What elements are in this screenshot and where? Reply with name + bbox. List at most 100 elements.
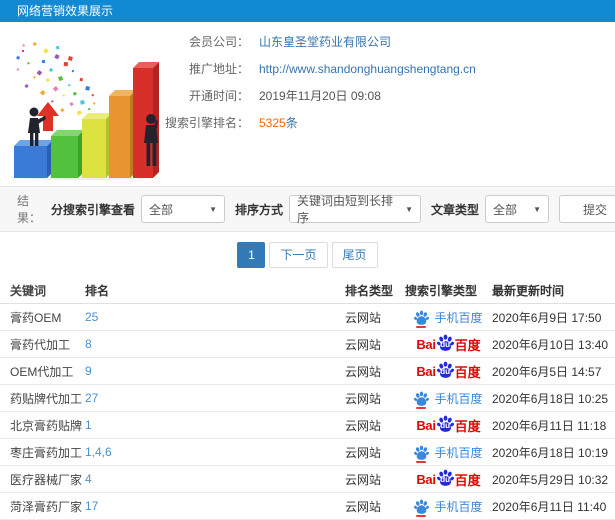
engine-cell: 手机百度: [405, 390, 492, 409]
engine-type-label: 手机百度: [434, 499, 483, 514]
header-updated: 最新更新时间: [492, 284, 565, 298]
rank-link[interactable]: 8: [85, 337, 92, 351]
engine-cell: Bai du 百度: [405, 469, 492, 489]
pagination: 1 下一页 尾页: [0, 232, 615, 278]
red-underline: [416, 514, 427, 517]
results-table: 关键词 排名 排名类型 搜索引擎类型 最新更新时间 膏药OEM 25 云网站 手机百度…: [0, 278, 615, 520]
filter-bar: 结果： 分搜索引擎查看 全部 ▼ 排序方式 关键词由短到长排序 ▼ 文章类型 全…: [0, 186, 615, 232]
engine-type-label: 百度: [454, 364, 481, 380]
bar-chart-image: [10, 42, 159, 180]
baidu-logo-du: du: [440, 339, 451, 349]
keyword-cell: 膏药OEM: [10, 310, 62, 325]
baidu-paw-icon: [414, 310, 430, 328]
rank-count-label: 搜索引擎排名：: [165, 116, 250, 130]
article-type-label: 文章类型: [431, 202, 480, 217]
updated-cell: 2020年6月9日 17:50: [492, 310, 602, 325]
keyword-cell: 膏药代加工: [10, 337, 71, 352]
filter-controls: 分搜索引擎查看 全部 ▼ 排序方式 关键词由短到长排序 ▼ 文章类型 全部 ▼ …: [41, 194, 615, 225]
url-label: 推广地址：: [188, 62, 249, 76]
engine-cell: 手机百度: [405, 309, 492, 328]
last-page-button[interactable]: 尾页: [331, 242, 378, 268]
engine-cell: 手机百度: [405, 444, 492, 463]
field-url: 推广地址： http://www.shandonghuangshengtang.…: [165, 55, 476, 82]
sort-filter-select[interactable]: 关键词由短到长排序 ▼: [289, 194, 422, 225]
rank-link[interactable]: 25: [85, 310, 98, 324]
mobile-baidu-badge: 手机百度: [414, 309, 483, 328]
company-link[interactable]: 山东皇圣堂药业有限公司: [259, 33, 391, 50]
baidu-logo-du: du: [440, 420, 451, 430]
article-type-select[interactable]: 全部 ▼: [485, 195, 550, 223]
updated-cell: 2020年5月29日 10:32: [492, 472, 609, 487]
keyword-cell: 枣庄膏药加工: [10, 445, 83, 460]
rank-link[interactable]: 27: [85, 391, 98, 405]
page-title-bar: 网络营销效果展示: [0, 0, 615, 22]
red-underline: [416, 325, 427, 328]
member-info-section: 会员公司： 山东皇圣堂药业有限公司 推广地址： http://www.shand…: [0, 22, 615, 186]
updated-cell: 2020年6月18日 10:19: [492, 445, 609, 460]
engine-cell: Bai du 百度: [405, 334, 492, 354]
red-underline: [416, 406, 427, 409]
open-time-value: 2019年11月20日 09:08: [259, 89, 381, 103]
rank-link[interactable]: 1: [85, 418, 92, 432]
table-row: 医疗器械厂家 4 云网站 Bai du 百度 2020年5月29日 10:32: [0, 466, 615, 493]
baidu-paw-icon: du: [436, 361, 454, 378]
rank-cell: 17: [85, 499, 345, 513]
rank-type-cell: 云网站: [345, 472, 382, 487]
sort-filter-value: 关键词由短到长排序: [297, 194, 394, 225]
rank-cell: 27: [85, 391, 345, 405]
next-page-button[interactable]: 下一页: [269, 242, 328, 268]
table-row: 枣庄膏药加工 1,4,6 云网站 手机百度 2020年6月18日 10:19: [0, 439, 615, 466]
rank-cell: 1,4,6: [85, 445, 345, 459]
field-company: 会员公司： 山东皇圣堂药业有限公司: [165, 28, 476, 55]
rank-count-value: 5325条: [259, 114, 298, 131]
rank-cell: 4: [85, 472, 345, 486]
engine-cell: 手机百度: [405, 498, 492, 517]
confetti-dots: [16, 42, 96, 119]
mobile-baidu-badge: 手机百度: [414, 498, 483, 517]
header-engine-type: 搜索引擎类型: [405, 284, 478, 298]
mobile-baidu-badge: 手机百度: [414, 390, 483, 409]
rank-link[interactable]: 4: [85, 472, 92, 486]
keyword-cell: 菏泽膏药厂家: [10, 499, 83, 514]
field-open-time: 开通时间： 2019年11月20日 09:08: [165, 82, 476, 109]
engine-type-label: 手机百度: [434, 391, 483, 406]
header-keyword: 关键词: [10, 284, 47, 298]
baidu-logo-bai: Bai: [416, 336, 436, 352]
baidu-paw-icon: du: [436, 469, 454, 486]
baidu-logo-du: du: [440, 366, 451, 376]
engine-type-label: 百度: [454, 472, 481, 488]
engine-filter-select[interactable]: 全部 ▼: [141, 195, 226, 223]
baidu-paw-icon: du: [436, 334, 454, 351]
updated-cell: 2020年6月5日 14:57: [492, 364, 602, 379]
rank-link[interactable]: 17: [85, 499, 98, 513]
engine-filter-value: 全部: [149, 202, 174, 217]
rank-link[interactable]: 9: [85, 364, 92, 378]
engine-type-label: 手机百度: [434, 445, 483, 460]
baidu-paw-icon: du: [436, 415, 454, 432]
page-1-button[interactable]: 1: [237, 242, 266, 268]
rank-type-cell: 云网站: [345, 445, 382, 460]
baidu-paw-icon: [414, 445, 430, 463]
rank-cell: 8: [85, 337, 345, 351]
baidu-logo-bai: Bai: [416, 471, 436, 487]
baidu-paw-icon: [414, 499, 430, 517]
chevron-down-icon: ▼: [533, 204, 542, 214]
submit-button[interactable]: 提交: [559, 195, 615, 223]
chevron-down-icon: ▼: [405, 204, 414, 214]
baidu-logo-du: du: [440, 474, 451, 484]
table-header-row: 关键词 排名 排名类型 搜索引擎类型 最新更新时间: [0, 278, 615, 304]
promotion-url-link[interactable]: http://www.shandonghuangshengtang.cn: [259, 62, 476, 76]
table-body: 膏药OEM 25 云网站 手机百度 2020年6月9日 17:50 膏药代加工 8 云网站 Ba…: [0, 304, 615, 520]
engine-cell: Bai du 百度: [405, 361, 492, 381]
article-type-value: 全部: [493, 202, 518, 217]
table-row: OEM代加工 9 云网站 Bai du 百度 2020年6月5日 14:57: [0, 358, 615, 385]
up-arrow-icon: [37, 102, 59, 131]
chevron-down-icon: ▼: [209, 204, 218, 214]
table-row: 膏药代加工 8 云网站 Bai du 百度 2020年6月10日 13:40: [0, 331, 615, 358]
baidu-logo: Bai du 百度: [416, 334, 481, 354]
updated-cell: 2020年6月10日 13:40: [492, 337, 609, 352]
rank-type-cell: 云网站: [345, 337, 382, 352]
rank-cell: 25: [85, 310, 345, 324]
baidu-paw-icon: [414, 391, 430, 409]
rank-link[interactable]: 1,4,6: [85, 445, 112, 459]
